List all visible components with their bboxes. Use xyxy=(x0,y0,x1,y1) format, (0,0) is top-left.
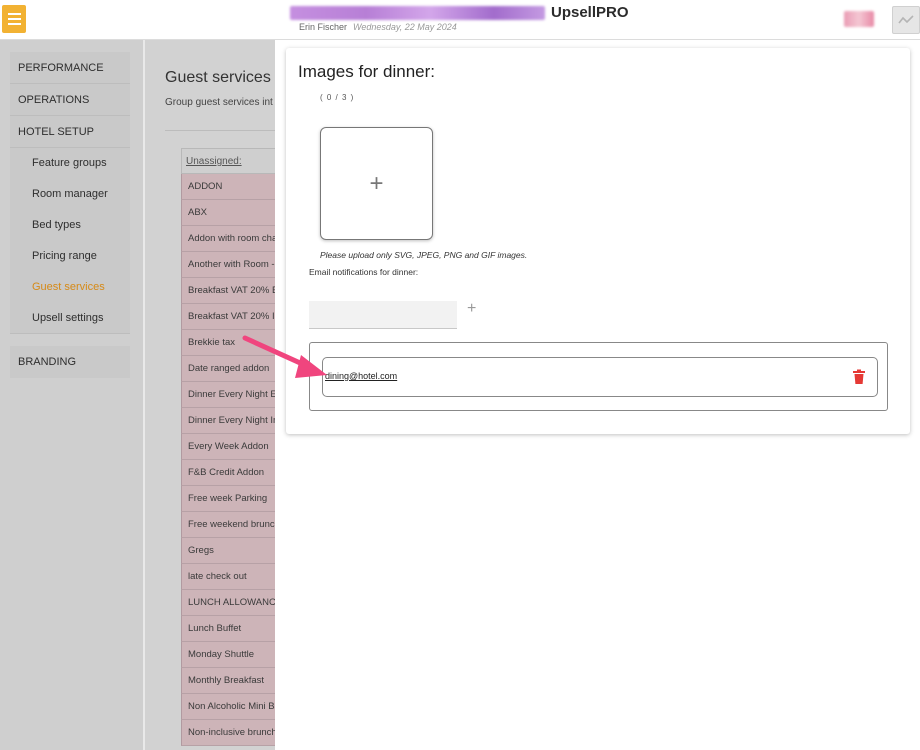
main-content: Guest services Group guest services int … xyxy=(145,40,285,750)
side-panel: Images for dinner: ( 0 / 3 ) + Please up… xyxy=(275,40,920,750)
header-date: Wednesday, 22 May 2024 xyxy=(353,22,457,32)
page-title: Guest services xyxy=(165,69,271,86)
unassigned-list-item[interactable]: Free week Parking xyxy=(181,486,285,512)
nav-room-manager[interactable]: Room manager xyxy=(10,179,130,210)
unassigned-list-item[interactable]: late check out xyxy=(181,564,285,590)
unassigned-list-item[interactable]: Every Week Addon xyxy=(181,434,285,460)
user-name: Erin Fischer xyxy=(299,22,348,32)
divider xyxy=(165,130,285,131)
upload-hint: Please upload only SVG, JPEG, PNG and GI… xyxy=(320,250,528,260)
email-item: dining@hotel.com xyxy=(322,357,878,397)
page-description: Group guest services int xyxy=(165,97,273,108)
nav-hotel-setup[interactable]: HOTEL SETUP xyxy=(10,116,130,148)
unassigned-list-item[interactable]: Breakfast VAT 20% Ex xyxy=(181,278,285,304)
nav-upsell-settings[interactable]: Upsell settings xyxy=(10,303,130,334)
unassigned-list-item[interactable]: ADDON xyxy=(181,174,285,200)
email-address-link[interactable]: dining@hotel.com xyxy=(325,371,397,381)
unassigned-header: Unassigned: xyxy=(181,148,285,174)
image-counter: ( 0 / 3 ) xyxy=(320,93,355,102)
unassigned-list-item[interactable]: Monthly Breakfast xyxy=(181,668,285,694)
trash-icon[interactable] xyxy=(852,369,866,385)
sidebar-nav: PERFORMANCE OPERATIONS HOTEL SETUP Featu… xyxy=(10,52,130,378)
header-title: UpsellPRO Erin Fischer Wednesday, 22 May … xyxy=(290,4,629,32)
unassigned-list-item[interactable]: ABX xyxy=(181,200,285,226)
unassigned-list-item[interactable]: Non-inclusive brunch xyxy=(181,720,285,746)
unassigned-list-item[interactable]: Gregs xyxy=(181,538,285,564)
nav-performance[interactable]: PERFORMANCE xyxy=(10,52,130,84)
unassigned-list-item[interactable]: LUNCH ALLOWANCE xyxy=(181,590,285,616)
nav-branding[interactable]: BRANDING xyxy=(10,346,130,378)
dinner-card: Images for dinner: ( 0 / 3 ) + Please up… xyxy=(286,48,910,434)
nav-pricing-range[interactable]: Pricing range xyxy=(10,241,130,272)
email-list: dining@hotel.com xyxy=(309,342,888,411)
nav-operations[interactable]: OPERATIONS xyxy=(10,84,130,116)
unassigned-list-item[interactable]: Monday Shuttle xyxy=(181,642,285,668)
unassigned-list-item[interactable]: F&B Credit Addon xyxy=(181,460,285,486)
unassigned-list-item[interactable]: Another with Room -2 xyxy=(181,252,285,278)
app-name: UpsellPRO xyxy=(551,4,629,21)
hamburger-menu-icon[interactable] xyxy=(2,5,26,33)
nav-bed-types[interactable]: Bed types xyxy=(10,210,130,241)
email-input[interactable] xyxy=(309,301,457,329)
unassigned-list-item[interactable]: Dinner Every Night Inc xyxy=(181,408,285,434)
unassigned-list-item[interactable]: Addon with room cha xyxy=(181,226,285,252)
unassigned-list-item[interactable]: Breakfast VAT 20% Inc xyxy=(181,304,285,330)
pointer-arrow-icon xyxy=(242,335,327,378)
unassigned-list-item[interactable]: Free weekend brunch xyxy=(181,512,285,538)
unassigned-list-item[interactable]: Lunch Buffet xyxy=(181,616,285,642)
unassigned-list-item[interactable]: Non Alcoholic Mini Ba xyxy=(181,694,285,720)
activity-chart-icon[interactable] xyxy=(892,6,920,34)
blurred-flag-icon[interactable] xyxy=(844,11,874,27)
unassigned-list-item[interactable]: Dinner Every Night Ex xyxy=(181,382,285,408)
add-email-button[interactable]: + xyxy=(467,300,476,318)
blurred-hotel-name xyxy=(290,5,545,20)
image-upload-button[interactable]: + xyxy=(320,127,433,240)
top-bar: UpsellPRO Erin Fischer Wednesday, 22 May … xyxy=(0,0,920,40)
header-subline: Erin Fischer Wednesday, 22 May 2024 xyxy=(299,22,629,32)
nav-gap xyxy=(10,334,130,346)
panel-title: Images for dinner: xyxy=(298,62,436,81)
unassigned-list: Unassigned: ADDON ABX Addon with room cha A… xyxy=(181,148,285,746)
email-label: Email notifications for dinner: xyxy=(309,267,419,277)
nav-guest-services[interactable]: Guest services xyxy=(10,272,130,303)
nav-feature-groups[interactable]: Feature groups xyxy=(10,148,130,179)
